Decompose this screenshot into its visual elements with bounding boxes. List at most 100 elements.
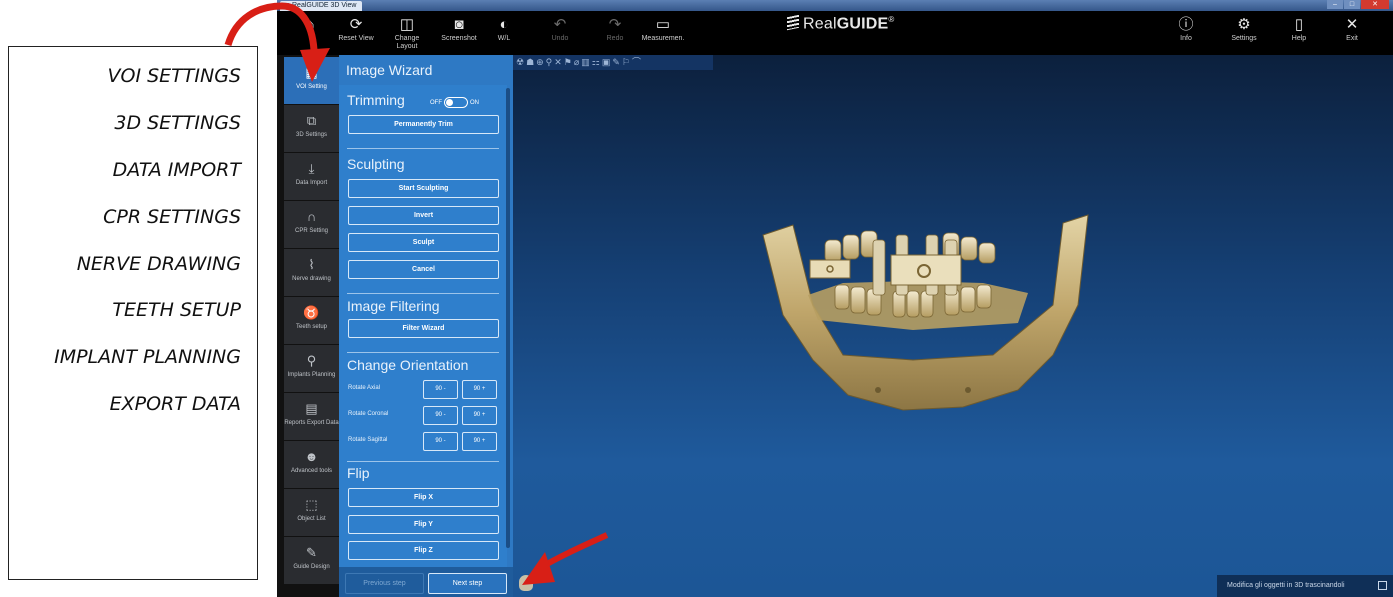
change-layout-button[interactable]: ◫ Change Layout [384,15,430,51]
maximize-icon[interactable]: □ [1344,0,1360,9]
app-icon [283,3,289,9]
undo-button[interactable]: ↶ Undo [537,15,583,43]
trimming-title: Trimming [347,92,405,108]
info-button[interactable]: ⓘ Info [1163,15,1209,43]
filter-wizard-button[interactable]: Filter Wizard [348,319,499,338]
help-button[interactable]: ▯ Help [1276,15,1322,43]
flip-z-button[interactable]: Flip Z [348,541,499,560]
rotate-sagittal-plus-button[interactable]: 90 + [462,432,497,451]
pencil-icon: ✎ [306,545,317,560]
rotate-sagittal-label: Rotate Sagittal [348,437,388,443]
sidebar-item-implants-planning[interactable]: ⚲ Implants Planning [284,345,339,392]
annotation-legend: VOI SETTINGS 3D SETTINGS DATA IMPORT CPR… [8,46,258,580]
window-controls: – □ ✕ [1327,0,1389,9]
start-sculpting-button[interactable]: Start Sculpting [348,179,499,198]
rotate-axial-plus-button[interactable]: 90 + [462,380,497,399]
annotation-data-import: DATA IMPORT [112,159,241,181]
status-hint: Modifica gli oggetti in 3D trascinandoli [1227,582,1345,589]
section-divider [347,461,499,462]
nerve-icon: ⌇ [308,257,315,272]
expand-icon[interactable] [1378,581,1387,590]
settings-button[interactable]: ⚙ Settings [1221,15,1267,43]
arch-curve-icon: ∩ [306,209,317,224]
camera-icon: ◙ [454,16,464,33]
permanently-trim-button[interactable]: Permanently Trim [348,115,499,134]
change-layout-label: Change Layout [394,35,420,50]
orientation-head-icon[interactable] [519,575,533,591]
3d-viewport[interactable]: ☢☗⊕⚲✕⚑⌀▥⚏▣✎⚐⌒ Modifica gli oggetti in 3D… [513,55,1393,597]
rotate-coronal-plus-button[interactable]: 90 + [462,406,497,425]
info-icon: ⓘ [1178,16,1194,33]
sidebar-item-label: CPR Setting [294,228,328,234]
sidebar-item-label: Data Import [295,180,328,186]
flip-x-button[interactable]: Flip X [348,488,499,507]
redo-icon: ↷ [608,16,622,33]
mental-foramen [965,387,971,393]
minimize-icon[interactable]: – [1327,0,1343,9]
reset-view-button[interactable]: ⟳ Reset View [333,15,379,43]
window-tab[interactable]: RealGUIDE 3D View [280,1,363,11]
refresh-icon: ⟳ [349,16,363,33]
image-wizard-panel: Image Wizard Trimming OFF ON Permanently … [339,55,513,597]
left-guide-block [809,259,851,279]
settings-label: Settings [1231,35,1257,42]
sidebar-item-data-import[interactable]: ⤓ Data Import [284,153,339,200]
home-button[interactable]: ⌂ [287,15,333,35]
sculpt-button[interactable]: Sculpt [348,233,499,252]
sidebar-item-advanced-tools[interactable]: ☻ Advanced tools [284,441,339,488]
contrast-icon: ◐ [499,16,509,33]
wizard-scrollbar[interactable] [506,88,510,548]
sidebar-item-guide-design[interactable]: ✎ Guide Design [284,537,339,584]
cancel-button[interactable]: Cancel [348,260,499,279]
brand-name-bold: GUIDE [836,15,889,33]
annotation-export-data: EXPORT DATA [109,393,241,415]
screenshot-button[interactable]: ◙ Screenshot [436,15,482,43]
layout-icon: ◫ [399,16,415,33]
close-window-icon[interactable]: ✕ [1361,0,1389,9]
window-tab-title: RealGUIDE 3D View [292,2,357,9]
sidebar-item-3d-settings[interactable]: ⧉ 3D Settings [284,105,339,152]
redo-button[interactable]: ↷ Redo [592,15,638,43]
sidebar-item-label: Guide Design [293,564,330,570]
sidebar-item-object-list[interactable]: ⬚ Object List [284,489,339,536]
home-icon: ⌂ [305,16,315,33]
trimming-toggle[interactable]: OFF ON [430,97,479,109]
implant-icon: ⚲ [306,353,317,368]
annotation-implant-planning: IMPLANT PLANNING [54,346,241,368]
sidebar-item-label: Nerve drawing [292,276,331,282]
rotate-axial-minus-button[interactable]: 90 - [423,380,458,399]
ruler-icon: ▭ [655,16,671,33]
flip-y-button[interactable]: Flip Y [348,515,499,534]
rotate-coronal-minus-button[interactable]: 90 - [423,406,458,425]
invert-button[interactable]: Invert [348,206,499,225]
exit-button[interactable]: ✕ Exit [1329,15,1375,43]
rotate-axial-label: Rotate Axial [348,385,381,391]
section-divider [347,293,499,294]
sidebar-item-label: Reports Export Data [284,420,339,426]
close-icon: ✕ [1345,16,1359,33]
sidebar-item-reports-export[interactable]: ▤ Reports Export Data [284,393,339,440]
window-level-button[interactable]: ◐ W/L [481,15,527,43]
measurement-button[interactable]: ▭ Measuremen. [640,15,686,43]
annotation-teeth-setup: TEETH SETUP [112,299,241,321]
wizard-footer: Previous step Next step [339,567,513,597]
sidebar-item-voi-setting[interactable]: ▦ VOI Setting [284,57,339,104]
jaw-3d-render[interactable] [513,55,1393,597]
toggle-on-label: ON [470,100,479,107]
sidebar-item-teeth-setup[interactable]: ♉ Teeth setup [284,297,339,344]
rotate-sagittal-minus-button[interactable]: 90 - [423,432,458,451]
next-step-button[interactable]: Next step [428,573,507,594]
toggle-knob [446,99,453,106]
wizard-title: Image Wizard [346,62,433,78]
sidebar-item-label: VOI Setting [296,84,327,90]
sidebar-item-label: Teeth setup [295,324,328,330]
sidebar-item-cpr-setting[interactable]: ∩ CPR Setting [284,201,339,248]
main-toolbar: ⌂ ⟳ Reset View ◫ Change Layout ◙ Screenshot… [277,11,1393,55]
sidebar-item-nerve-drawing[interactable]: ⌇ Nerve drawing [284,249,339,296]
box-icon: ⬚ [305,497,318,512]
realguide-logo-icon [787,15,799,31]
sidebar-item-label: Advanced tools [290,468,333,474]
sidebar-item-label: Object List [297,516,326,522]
undo-label: Undo [551,35,569,42]
previous-step-button[interactable]: Previous step [345,573,424,594]
